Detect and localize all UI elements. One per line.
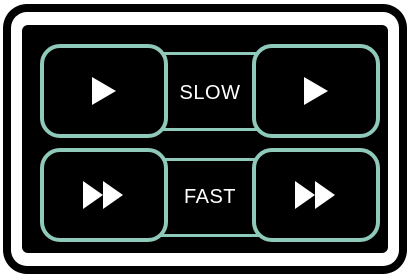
slow-play-left-button[interactable] xyxy=(40,44,168,138)
fast-forward-left-button[interactable] xyxy=(40,148,168,242)
fast-forward-icon xyxy=(83,181,123,209)
play-icon xyxy=(304,77,328,105)
fast-forward-icon xyxy=(295,181,335,209)
slow-label: SLOW xyxy=(179,82,241,104)
fast-forward-right-button[interactable] xyxy=(252,148,380,242)
slow-play-right-button[interactable] xyxy=(252,44,380,138)
fast-label: FAST xyxy=(183,186,236,208)
play-icon xyxy=(92,77,116,105)
